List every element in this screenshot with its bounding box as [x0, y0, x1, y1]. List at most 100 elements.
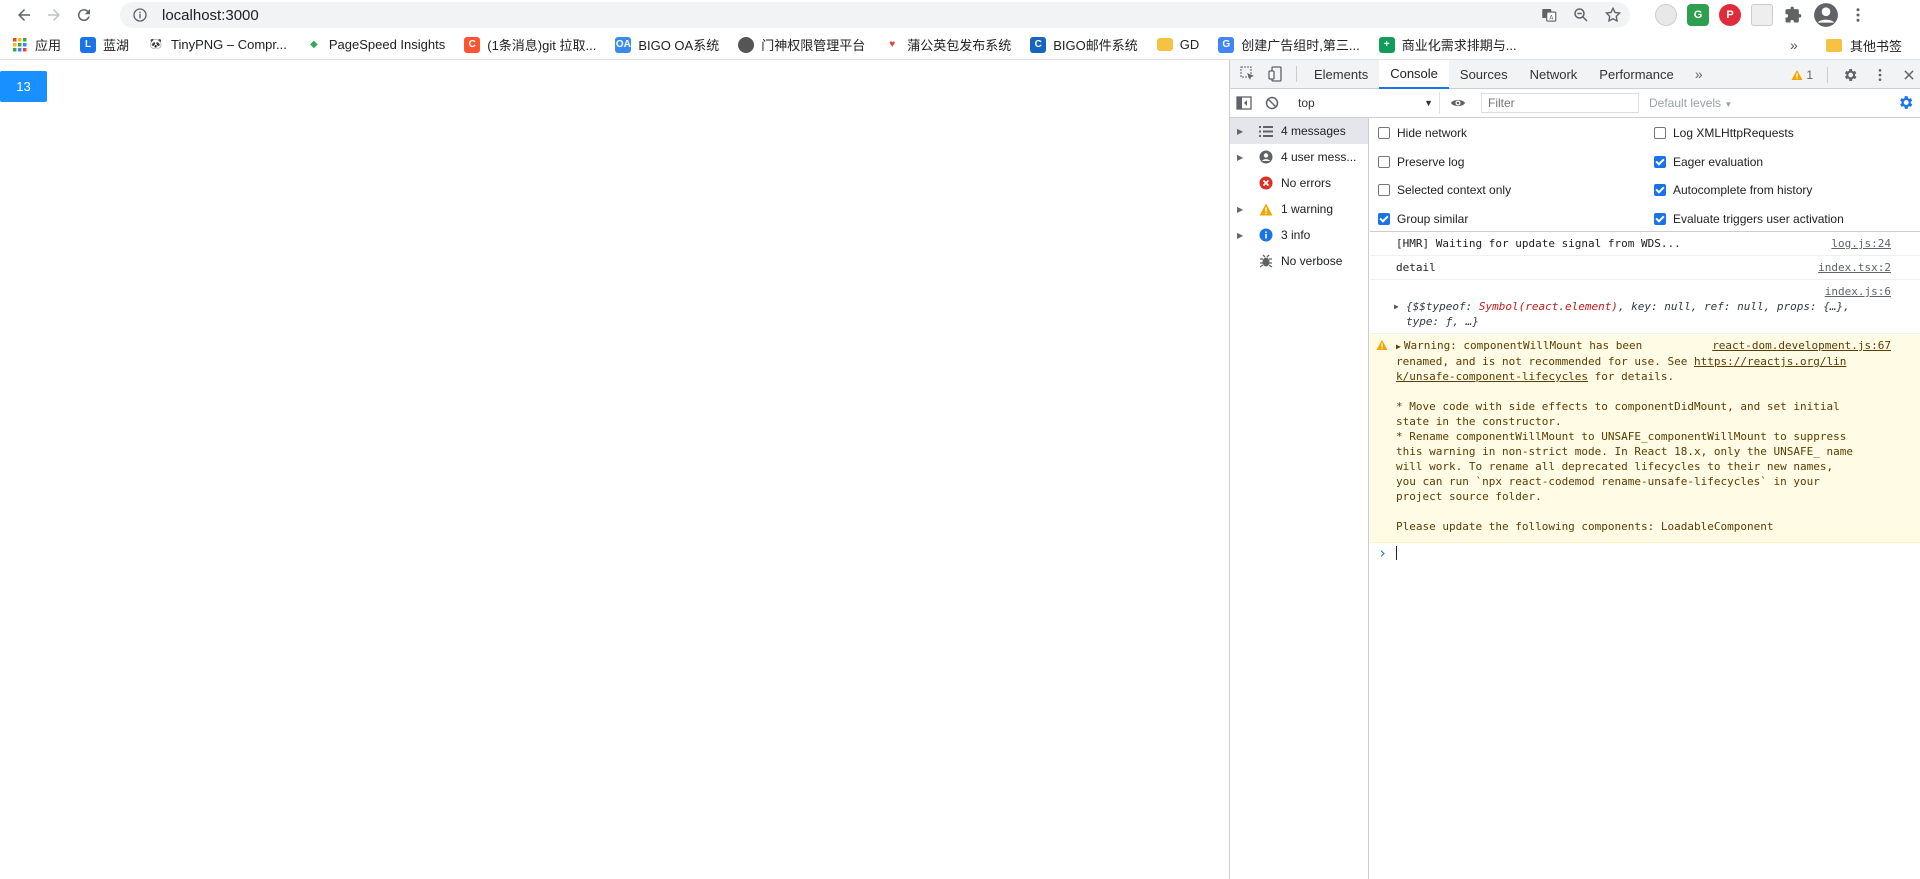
bookmark-item[interactable]: 🐼 TinyPNG – Compr...	[148, 37, 287, 53]
warning-badge[interactable]: 1	[1791, 68, 1813, 82]
bookmark-item[interactable]: ◆ PageSpeed Insights	[306, 37, 445, 53]
back-button[interactable]	[9, 0, 39, 30]
log-xhr-option[interactable]: Log XMLHttpRequests	[1654, 126, 1794, 140]
tab-elements[interactable]: Elements	[1303, 60, 1379, 89]
evaluate-triggers-option[interactable]: Evaluate triggers user activation	[1654, 212, 1844, 226]
option-label: Autocomplete from history	[1673, 183, 1813, 197]
tab-performance[interactable]: Performance	[1588, 60, 1684, 89]
filter-input[interactable]	[1481, 93, 1639, 113]
extension-icon[interactable]: P	[1719, 4, 1741, 26]
sidebar-item[interactable]: ▶ 4 messages	[1230, 118, 1368, 144]
star-icon[interactable]	[1604, 6, 1622, 24]
expand-triangle-icon[interactable]: ▶	[1237, 205, 1249, 214]
extension-icon[interactable]	[1751, 4, 1773, 26]
option-label: Hide network	[1397, 126, 1468, 140]
console-settings-icon[interactable]	[1897, 94, 1914, 111]
group-similar-option[interactable]: Group similar	[1378, 212, 1468, 226]
bookmark-item[interactable]: GD	[1156, 37, 1200, 52]
counter-button[interactable]: 13	[0, 71, 47, 102]
checkbox[interactable]	[1654, 156, 1666, 168]
extension-icon[interactable]: G	[1687, 4, 1709, 26]
bookmark-item[interactable]: C BIGO邮件系统	[1030, 35, 1138, 54]
expand-triangle-icon[interactable]: ▶	[1394, 299, 1399, 314]
checkbox[interactable]	[1378, 213, 1390, 225]
address-bar[interactable]: localhost:3000 A	[120, 2, 1630, 28]
info-icon[interactable]	[132, 7, 148, 23]
checkbox[interactable]	[1378, 184, 1390, 196]
close-icon[interactable]	[1902, 68, 1916, 82]
translate-icon[interactable]: A	[1540, 6, 1558, 24]
extensions-area: G P	[1655, 0, 1867, 30]
source-link[interactable]: react-dom.development.js:67	[1712, 338, 1891, 353]
clear-console-icon[interactable]	[1258, 89, 1286, 118]
kebab-menu-icon[interactable]	[1849, 6, 1867, 24]
sidebar-item[interactable]: ▶ 1 warning	[1230, 196, 1368, 222]
option-label: Preserve log	[1397, 155, 1465, 169]
checkbox[interactable]	[1654, 213, 1666, 225]
bookmark-item[interactable]: 门神权限管理平台	[738, 35, 865, 54]
sidebar-item[interactable]: No verbose	[1230, 248, 1368, 274]
kebab-menu-icon[interactable]	[1872, 67, 1888, 83]
gear-icon[interactable]	[1842, 67, 1858, 83]
bookmark-item[interactable]: G 创建广告组时,第三...	[1218, 35, 1360, 54]
source-link[interactable]: index.js:6	[1825, 284, 1891, 299]
tab-console[interactable]: Console	[1379, 59, 1449, 89]
tab-sources[interactable]: Sources	[1449, 60, 1519, 89]
docs-link[interactable]: k/unsafe-component-lifecycles	[1396, 370, 1588, 383]
expand-triangle-icon[interactable]: ▶	[1237, 231, 1249, 240]
source-link[interactable]: index.tsx:2	[1818, 260, 1891, 275]
avatar[interactable]	[1813, 2, 1839, 28]
tab-network[interactable]: Network	[1519, 60, 1589, 89]
selected-context-option[interactable]: Selected context only	[1378, 183, 1511, 197]
bookmark-label: PageSpeed Insights	[328, 37, 446, 52]
extension-icon[interactable]	[1655, 4, 1677, 26]
hide-network-option[interactable]: Hide network	[1378, 126, 1467, 140]
bookmark-item[interactable]: OA BIGO OA系统	[615, 35, 719, 54]
eager-evaluation-option[interactable]: Eager evaluation	[1654, 155, 1763, 169]
forward-button[interactable]	[39, 0, 69, 30]
sidebar-item[interactable]: ▶ 3 info	[1230, 222, 1368, 248]
device-toolbar-icon[interactable]	[1262, 60, 1290, 89]
bookmark-item[interactable]: 应用	[12, 35, 61, 54]
log-levels-dropdown[interactable]: Default levels ▼	[1649, 96, 1732, 110]
eye-icon[interactable]	[1444, 89, 1472, 118]
checkbox[interactable]	[1378, 127, 1390, 139]
checkbox[interactable]	[1654, 127, 1666, 139]
bookmark-label: GD	[1179, 37, 1200, 52]
devtools-panel: Elements Console Sources Network Performance…	[1229, 59, 1920, 879]
context-select[interactable]: top ▼	[1292, 92, 1440, 114]
bookmark-item[interactable]: + 商业化需求排期与...	[1378, 35, 1517, 54]
more-tabs-icon[interactable]: »	[1685, 60, 1713, 89]
expand-triangle-icon[interactable]: ▶	[1237, 127, 1249, 136]
source-link[interactable]: log.js:24	[1831, 236, 1891, 251]
checkbox[interactable]	[1378, 156, 1390, 168]
docs-link[interactable]: https://reactjs.org/lin	[1694, 355, 1846, 368]
bookmark-label: 蓝湖	[103, 38, 130, 53]
reload-icon	[77, 9, 90, 22]
puzzle-icon[interactable]	[1783, 5, 1803, 25]
bug-icon	[1257, 253, 1275, 269]
other-bookmarks[interactable]: 其他书签	[1826, 30, 1902, 60]
reload-button[interactable]	[69, 0, 99, 30]
zoom-icon[interactable]	[1572, 6, 1590, 24]
url-text: localhost:3000	[162, 6, 259, 24]
console-prompt[interactable]: ›	[1370, 543, 1920, 563]
autocomplete-option[interactable]: Autocomplete from history	[1654, 183, 1812, 197]
sidebar-toggle-icon[interactable]	[1230, 89, 1258, 118]
sidebar-item[interactable]: ▶ 4 user mess...	[1230, 144, 1368, 170]
checkbox[interactable]	[1654, 184, 1666, 196]
expand-triangle-icon[interactable]: ▶	[1237, 153, 1249, 162]
preserve-log-option[interactable]: Preserve log	[1378, 155, 1464, 169]
warning-components: Please update the following components: …	[1396, 520, 1774, 533]
console-sidebar: ▶ 4 messages ▶ 4 user mess... No errors ▶ 1 wa…	[1230, 118, 1369, 879]
sidebar-item[interactable]: No errors	[1230, 170, 1368, 196]
bookmark-item[interactable]: ♥ 蒲公英包发布系统	[884, 35, 1011, 54]
bookmark-item[interactable]: C (1条消息)git 拉取...	[464, 35, 596, 54]
bookmarks-overflow-button[interactable]: »	[1790, 30, 1798, 60]
bookmark-item[interactable]: L 蓝湖	[80, 35, 129, 54]
inspect-element-icon[interactable]	[1234, 60, 1262, 89]
sheets-icon: +	[1378, 36, 1395, 53]
expand-triangle-icon[interactable]: ▶	[1396, 342, 1401, 351]
warning-icon	[1376, 340, 1388, 350]
object-preview[interactable]: ▶ {$$typeof: Symbol(react.element), key:…	[1394, 299, 1891, 329]
